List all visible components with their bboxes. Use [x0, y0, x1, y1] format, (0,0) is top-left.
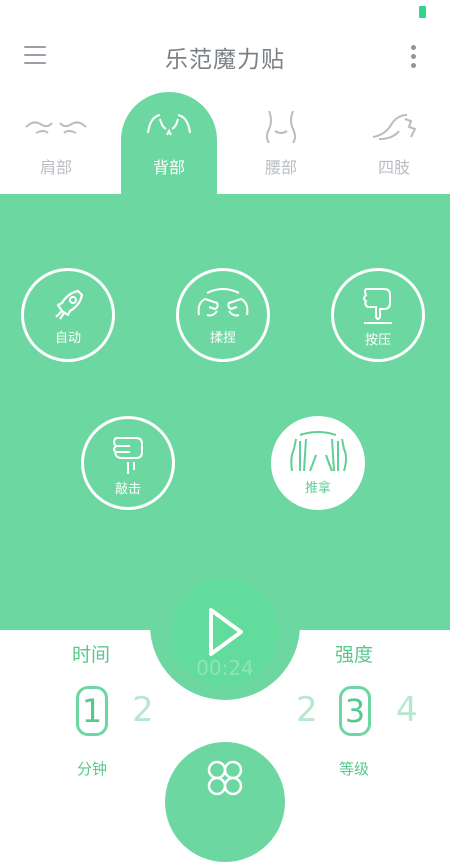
press-hand-icon [363, 287, 392, 324]
time-unit: 分钟 [77, 760, 108, 778]
tab-waist[interactable]: 腰部 [236, 108, 326, 178]
mode-press-button[interactable]: 按压 [331, 268, 425, 362]
fist-knock-icon [113, 436, 143, 474]
timer-display: 00:24 [196, 656, 254, 680]
intensity-prev-value[interactable]: 2 [296, 690, 318, 730]
mode-knock-button[interactable]: 敲击 [81, 416, 175, 510]
tab-back[interactable]: 背部 [124, 108, 214, 178]
mode-knead-button[interactable]: 揉捏 [176, 268, 270, 362]
shoulder-icon [11, 108, 101, 144]
mode-label: 按压 [364, 332, 391, 348]
intensity-title: 强度 [335, 644, 374, 666]
tab-label: 四肢 [377, 158, 410, 177]
battery-icon [419, 6, 426, 18]
clover-icon [207, 760, 243, 796]
page-title: 乐范魔力贴 [165, 47, 285, 73]
knead-hands-icon [197, 287, 249, 316]
mode-panel [0, 194, 450, 630]
tab-shoulder[interactable]: 肩部 [11, 108, 101, 178]
intensity-unit: 等级 [339, 760, 370, 778]
mode-label: 自动 [54, 330, 81, 346]
tab-label: 背部 [152, 158, 185, 177]
limbs-icon [349, 108, 439, 144]
mode-push-button[interactable]: 推拿 [271, 416, 365, 510]
mode-label: 推拿 [304, 480, 331, 496]
intensity-selected-value[interactable]: 3 [339, 686, 371, 736]
time-selected-value[interactable]: 1 [76, 686, 108, 736]
tab-label: 腰部 [264, 158, 297, 177]
intensity-next-value[interactable]: 4 [396, 690, 418, 730]
rocket-icon [55, 289, 84, 320]
time-next-value[interactable]: 2 [132, 690, 154, 730]
mode-label: 揉捏 [209, 330, 236, 346]
play-icon [209, 608, 243, 656]
mode-label: 敲击 [114, 481, 141, 497]
more-options-icon[interactable] [409, 45, 419, 71]
clover-menu-button[interactable] [165, 742, 285, 862]
waist-icon [236, 108, 326, 144]
back-icon [124, 108, 214, 144]
push-hands-icon [290, 430, 347, 471]
mode-auto-button[interactable]: 自动 [21, 268, 115, 362]
tab-limbs[interactable]: 四肢 [349, 108, 439, 178]
tab-label: 肩部 [39, 158, 72, 177]
time-title: 时间 [72, 644, 111, 666]
